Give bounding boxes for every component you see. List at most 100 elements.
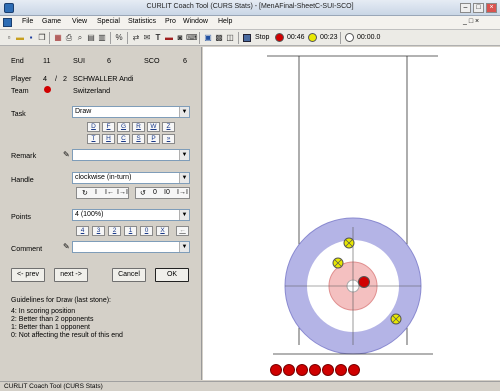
pencil-icon[interactable]: ✎ xyxy=(63,242,70,251)
text-icon[interactable]: T xyxy=(153,32,163,43)
stone-red-remaining[interactable] xyxy=(322,364,334,376)
maximize-button[interactable]: □ xyxy=(473,3,484,13)
mail-icon[interactable]: ✉ xyxy=(142,32,152,43)
sheet-drawing[interactable] xyxy=(203,47,500,380)
stone-red-remaining[interactable] xyxy=(335,364,347,376)
points-key-4[interactable]: 4 xyxy=(76,226,89,236)
doc-icon[interactable] xyxy=(3,18,12,27)
card-icon[interactable]: ▬ xyxy=(164,32,174,43)
ok-button[interactable]: OK xyxy=(155,268,189,282)
menu-statistics[interactable]: Statistics xyxy=(128,18,156,25)
sheet-icon[interactable]: ◫ xyxy=(225,32,235,43)
task-key-t[interactable]: T xyxy=(87,134,100,144)
task-key-r[interactable]: R xyxy=(132,122,145,132)
stone-red-remaining[interactable] xyxy=(348,364,360,376)
stop-icon[interactable] xyxy=(243,34,251,42)
stone-yellow[interactable] xyxy=(332,257,344,269)
guideline-line: 2: Better than 2 opponents xyxy=(11,316,94,323)
pencil-icon[interactable]: ✎ xyxy=(63,150,70,159)
task-key-h[interactable]: H xyxy=(102,134,115,144)
swap-icon[interactable]: ⇄ xyxy=(131,32,141,43)
handle-key-zero[interactable]: 0 xyxy=(153,189,157,196)
menu-pro[interactable]: Pro xyxy=(165,18,176,25)
handle-in-turn-group: ↻ I I← I→I xyxy=(76,187,129,199)
next-button[interactable]: next -> xyxy=(54,268,88,282)
remark-label: Remark xyxy=(11,151,37,160)
handle-dropdown[interactable]: clockwise (in-turn) ▼ xyxy=(72,172,190,184)
team-icon[interactable]: ▣ xyxy=(203,32,213,43)
chevron-down-icon[interactable]: ▼ xyxy=(179,107,189,117)
chevron-down-icon[interactable]: ▼ xyxy=(179,210,189,220)
percent-icon[interactable]: % xyxy=(114,32,124,43)
task-dropdown[interactable]: Draw ▼ xyxy=(72,106,190,118)
task-key-f[interactable]: F xyxy=(102,122,115,132)
stone-red-remaining[interactable] xyxy=(270,364,282,376)
menu-game[interactable]: Game xyxy=(42,18,61,25)
minimize-button[interactable]: – xyxy=(460,3,471,13)
points-key-back[interactable]: ← xyxy=(176,226,189,236)
report-icon[interactable]: ▥ xyxy=(97,32,107,43)
handle-key-i0[interactable]: I0 xyxy=(164,189,170,196)
handle-key-full-out[interactable]: I→I xyxy=(177,189,188,196)
points-key-2[interactable]: 2 xyxy=(108,226,121,236)
task-key-more[interactable]: » xyxy=(162,134,175,144)
stone-red-remaining[interactable] xyxy=(283,364,295,376)
handle-key-release[interactable]: I← xyxy=(105,189,114,196)
points-key-0[interactable]: 0 xyxy=(140,226,153,236)
new-icon[interactable]: ▫ xyxy=(4,32,14,43)
task-key-z[interactable]: Z xyxy=(162,122,175,132)
points-dropdown[interactable]: 4 (100%) ▼ xyxy=(72,209,190,221)
task-key-w[interactable]: W xyxy=(147,122,160,132)
stone-red-remaining[interactable] xyxy=(296,364,308,376)
stats-icon[interactable]: ▦ xyxy=(53,32,63,43)
close-button[interactable]: × xyxy=(486,3,497,13)
document-icon[interactable]: ▤ xyxy=(86,32,96,43)
remaining-stones xyxy=(270,364,360,376)
guideline-line: 0: Not affecting the result of this end xyxy=(11,332,123,339)
menu-help[interactable]: Help xyxy=(218,18,232,25)
chart-icon[interactable]: ▩ xyxy=(214,32,224,43)
print-icon[interactable]: ⎙ xyxy=(64,32,74,43)
stone-yellow[interactable] xyxy=(390,313,402,325)
team2-code: SCO xyxy=(144,56,160,65)
mdi-controls[interactable]: _ □ × xyxy=(463,18,479,25)
chevron-down-icon[interactable]: ▼ xyxy=(179,242,189,252)
task-key-d[interactable]: D xyxy=(87,122,100,132)
chevron-down-icon[interactable]: ▼ xyxy=(179,150,189,160)
menu-special[interactable]: Special xyxy=(97,18,120,25)
task-key-g[interactable]: G xyxy=(117,122,130,132)
task-key-c[interactable]: C xyxy=(117,134,130,144)
stop-label[interactable]: Stop xyxy=(255,34,269,41)
counterclockwise-icon[interactable]: ↺ xyxy=(140,189,146,197)
points-key-3[interactable]: 3 xyxy=(92,226,105,236)
stone-red-remaining[interactable] xyxy=(309,364,321,376)
player-separator: / xyxy=(55,74,57,83)
stone-yellow[interactable] xyxy=(343,237,355,249)
prev-button[interactable]: <- prev xyxy=(11,268,45,282)
task-key-s[interactable]: S xyxy=(132,134,145,144)
handle-label: Handle xyxy=(11,175,34,184)
curling-sheet[interactable] xyxy=(203,47,500,380)
menu-view[interactable]: View xyxy=(72,18,87,25)
stopwatch-icon[interactable] xyxy=(345,33,354,42)
clockwise-icon[interactable]: ↻ xyxy=(82,189,88,197)
comment-dropdown[interactable]: ▼ xyxy=(72,241,190,253)
save-icon[interactable]: ▪ xyxy=(26,32,36,43)
menu-window[interactable]: Window xyxy=(183,18,208,25)
cancel-button[interactable]: Cancel xyxy=(112,268,146,282)
points-key-1[interactable]: 1 xyxy=(124,226,137,236)
chevron-down-icon[interactable]: ▼ xyxy=(179,173,189,183)
open-icon[interactable]: ▬ xyxy=(15,32,25,43)
copy-icon[interactable]: ❐ xyxy=(37,32,47,43)
preview-icon[interactable]: ⌕ xyxy=(75,32,85,43)
points-key-x[interactable]: X xyxy=(156,226,169,236)
menu-file[interactable]: File xyxy=(22,18,33,25)
end-value: 11 xyxy=(43,56,51,65)
task-key-p[interactable]: P xyxy=(147,134,160,144)
camera-icon[interactable]: ◙ xyxy=(175,32,185,43)
handle-key-i[interactable]: I xyxy=(95,189,97,196)
remark-dropdown[interactable]: ▼ xyxy=(72,149,190,161)
keyboard-icon[interactable]: ⌨ xyxy=(186,32,198,43)
handle-key-full[interactable]: I→I xyxy=(117,189,128,196)
stone-red[interactable] xyxy=(358,276,370,288)
